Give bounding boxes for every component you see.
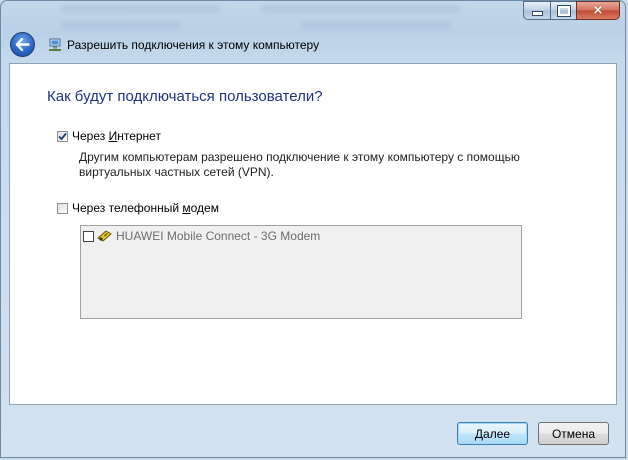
internet-checkbox[interactable] — [57, 130, 68, 142]
internet-label: Через Интернет — [72, 129, 161, 143]
minimize-button[interactable] — [523, 1, 550, 20]
list-item[interactable]: HUAWEI Mobile Connect - 3G Modem — [83, 229, 320, 243]
cancel-button[interactable]: Отмена — [538, 422, 609, 445]
minimize-icon — [531, 11, 543, 16]
option-modem[interactable]: Через телефонный модем — [57, 201, 219, 215]
window-controls: × — [523, 1, 620, 20]
arrow-left-icon — [15, 38, 30, 51]
modem-label: Через телефонный модем — [72, 201, 219, 215]
modem-list: HUAWEI Mobile Connect - 3G Modem — [80, 225, 522, 319]
navigation-bar: Разрешить подключения к этому компьютеру — [10, 32, 319, 57]
checkmark-icon — [58, 132, 67, 140]
next-button[interactable]: Далее — [457, 422, 528, 445]
internet-description: Другим компьютерам разрешено подключение… — [79, 150, 520, 179]
back-button[interactable] — [10, 32, 35, 57]
dialog-window: × Разрешить подключения к этому компьюте… — [0, 0, 626, 458]
network-computer-icon — [49, 38, 61, 51]
close-button[interactable]: × — [576, 1, 620, 20]
modem-icon — [97, 230, 112, 242]
page-heading: Как будут подключаться пользователи? — [47, 88, 323, 105]
close-icon: × — [592, 3, 604, 18]
maximize-button[interactable] — [550, 1, 576, 20]
button-bar: Далее Отмена — [1, 405, 625, 457]
modem-checkbox[interactable] — [57, 202, 68, 214]
window-title: Разрешить подключения к этому компьютеру — [67, 37, 320, 52]
maximize-icon — [556, 4, 571, 17]
option-internet[interactable]: Через Интернет — [57, 129, 161, 143]
wizard-content: Как будут подключаться пользователи? Чер… — [9, 63, 617, 405]
modem-item-label: HUAWEI Mobile Connect - 3G Modem — [116, 229, 321, 243]
modem-item-checkbox[interactable] — [83, 230, 94, 242]
